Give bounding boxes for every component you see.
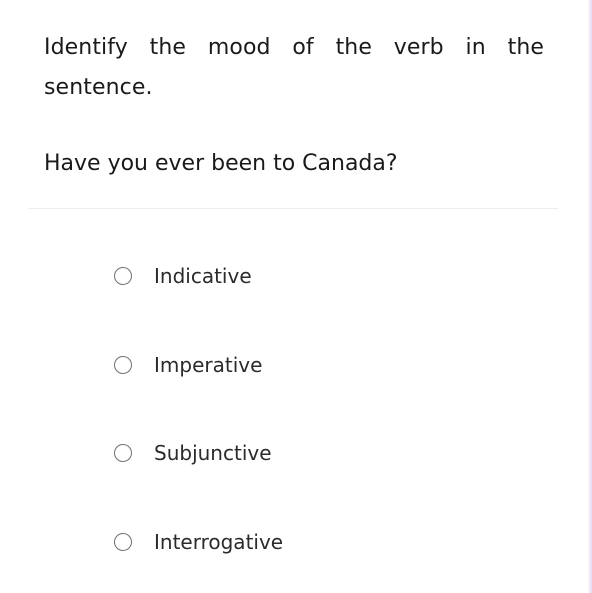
radio-button[interactable] (114, 267, 132, 285)
option-interrogative[interactable]: Interrogative (114, 528, 283, 556)
option-indicative[interactable]: Indicative (114, 262, 252, 290)
radio-button[interactable] (114, 444, 132, 462)
radio-button[interactable] (114, 533, 132, 551)
option-label: Imperative (154, 353, 263, 377)
radio-button[interactable] (114, 356, 132, 374)
divider (28, 208, 558, 209)
option-label: Indicative (154, 264, 252, 288)
question-sentence: Have you ever been to Canada? (44, 151, 398, 176)
question-prompt: Identify the mood of the verb in the sen… (44, 35, 544, 100)
option-label: Interrogative (154, 530, 284, 554)
page-edge (588, 0, 592, 593)
option-label: Subjunctive (154, 441, 272, 465)
option-subjunctive[interactable]: Subjunctive (114, 439, 272, 467)
option-imperative[interactable]: Imperative (114, 351, 262, 379)
